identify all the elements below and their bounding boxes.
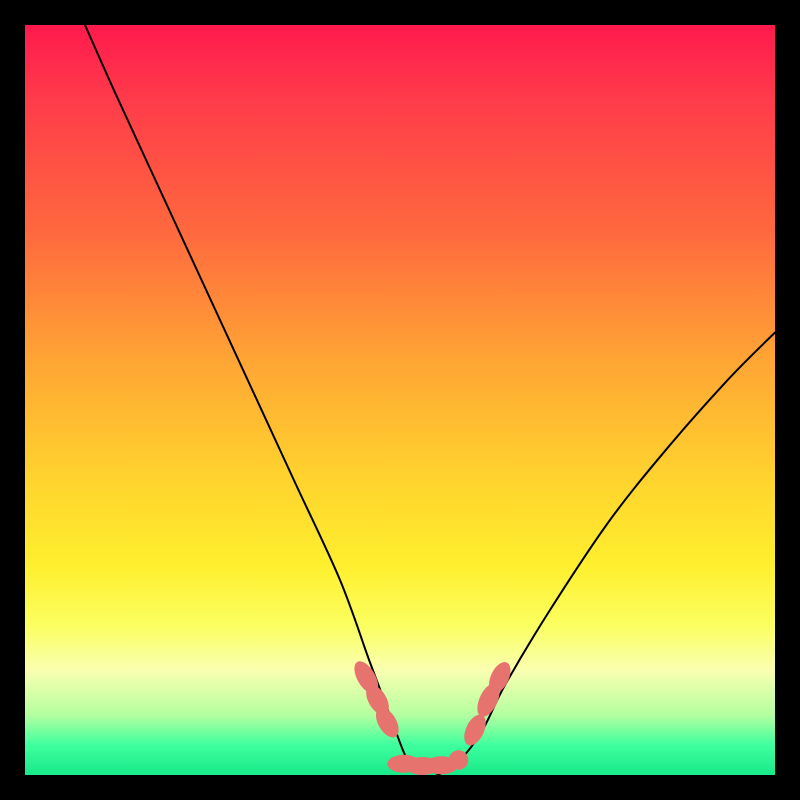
chart-frame (0, 0, 800, 800)
